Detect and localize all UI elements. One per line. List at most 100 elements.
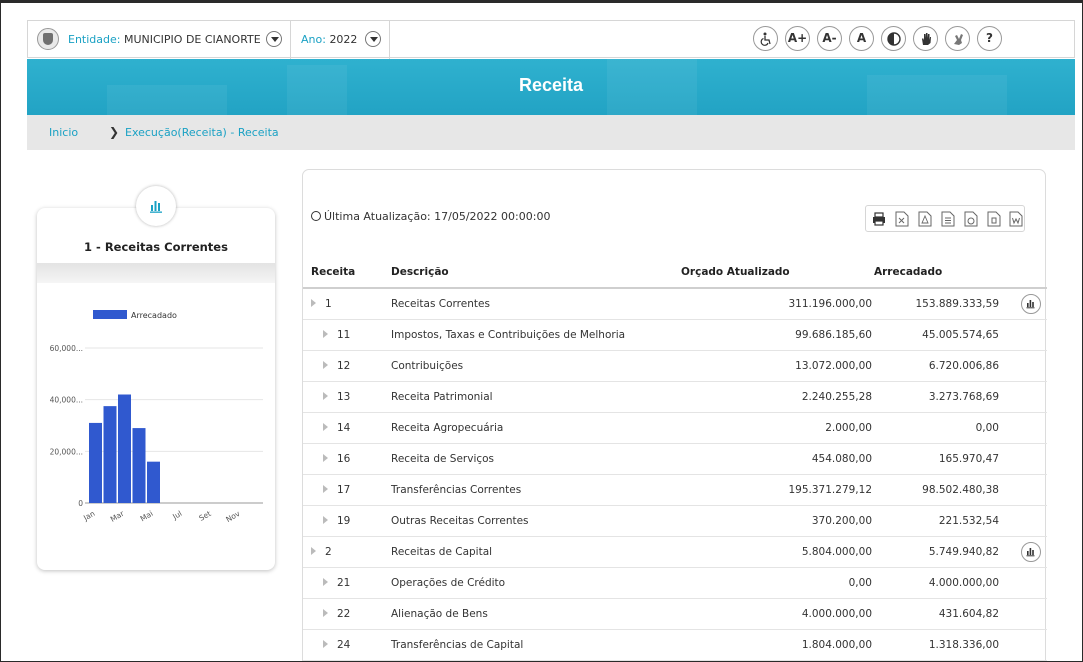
x-tick-label: Mai <box>139 509 155 523</box>
row-code: 14 <box>337 421 351 434</box>
row-chart-button[interactable] <box>1021 541 1041 562</box>
side-chart-icon-button[interactable] <box>136 186 176 226</box>
expand-triangle-icon[interactable] <box>323 391 328 400</box>
row-code-cell[interactable]: 16 <box>303 443 391 475</box>
ano-dropdown-icon[interactable] <box>365 31 381 47</box>
row-code-cell[interactable]: 1 <box>303 288 391 320</box>
row-orcado: 1.804.000,00 <box>681 629 874 661</box>
col-header-receita[interactable]: Receita <box>303 257 391 289</box>
contrast-icon[interactable] <box>881 26 906 51</box>
text-icon[interactable] <box>941 211 955 227</box>
table-row[interactable]: 22 Alienação de Bens 4.000.000,00 431.604,8… <box>303 598 1047 630</box>
word-icon[interactable] <box>1009 211 1023 227</box>
row-arrecadado: 3.273.768,69 <box>874 381 999 413</box>
font-default-button[interactable]: A <box>849 26 874 51</box>
row-code-cell[interactable]: 12 <box>303 350 391 382</box>
table-row[interactable]: 11 Impostos, Taxas e Contribuições de Mel… <box>303 319 1047 351</box>
row-actions <box>999 536 1047 568</box>
row-code-cell[interactable]: 22 <box>303 598 391 630</box>
expand-triangle-icon[interactable] <box>323 639 328 648</box>
row-description: Receita Agropecuária <box>391 412 681 444</box>
row-code-cell[interactable]: 24 <box>303 629 391 661</box>
side-card-title: 1 - Receitas Correntes <box>84 240 228 254</box>
receita-table: Receita Descrição Orçado Atualizado Arre… <box>303 257 1047 661</box>
x-tick-label: Mar <box>109 508 127 523</box>
table-row[interactable]: 1 Receitas Correntes 311.196.000,00 153.889… <box>303 288 1047 320</box>
row-arrecadado: 165.970,47 <box>874 443 999 475</box>
table-row[interactable]: 21 Operações de Crédito 0,00 4.000.000,00 <box>303 567 1047 599</box>
row-code: 2 <box>325 545 332 558</box>
help-button[interactable]: ? <box>977 26 1002 51</box>
clock-icon <box>311 211 321 221</box>
expand-triangle-icon[interactable] <box>323 484 328 493</box>
expand-triangle-icon[interactable] <box>323 577 328 586</box>
code-icon[interactable] <box>964 211 978 227</box>
expand-triangle-icon[interactable] <box>323 453 328 462</box>
excel-icon[interactable] <box>895 211 909 227</box>
export-toolbar <box>865 205 1025 232</box>
col-header-orcado[interactable]: Orçado Atualizado <box>681 257 874 289</box>
row-code-cell[interactable]: 13 <box>303 381 391 413</box>
sign-language-icon[interactable] <box>945 26 970 51</box>
breadcrumb-current[interactable]: Execução(Receita) - Receita <box>125 126 279 139</box>
row-actions <box>999 567 1047 599</box>
row-description: Outras Receitas Correntes <box>391 505 681 537</box>
y-tick-label: 0 <box>78 499 83 508</box>
bar <box>118 394 131 503</box>
row-description: Receita de Serviços <box>391 443 681 475</box>
col-header-arrecadado[interactable]: Arrecadado <box>874 257 999 289</box>
font-decrease-button[interactable]: A- <box>817 26 842 51</box>
pdf-icon[interactable] <box>918 211 932 227</box>
x-tick-label: Set <box>197 509 212 523</box>
table-row[interactable]: 14 Receita Agropecuária 2.000,00 0,00 <box>303 412 1047 444</box>
x-tick-label: Jul <box>170 509 183 522</box>
expand-triangle-icon[interactable] <box>323 608 328 617</box>
expand-triangle-icon[interactable] <box>323 329 328 338</box>
row-code-cell[interactable]: 14 <box>303 412 391 444</box>
row-code-cell[interactable]: 19 <box>303 505 391 537</box>
divider <box>389 21 390 59</box>
row-description: Transferências de Capital <box>391 629 681 661</box>
expand-triangle-icon[interactable] <box>311 298 316 307</box>
expand-triangle-icon[interactable] <box>311 546 316 555</box>
table-row[interactable]: 12 Contribuições 13.072.000,00 6.720.006,86 <box>303 350 1047 382</box>
col-header-descricao[interactable]: Descrição <box>391 257 681 289</box>
table-row[interactable]: 13 Receita Patrimonial 2.240.255,28 3.273.7… <box>303 381 1047 413</box>
breadcrumb-home-link[interactable]: Inicio <box>49 126 78 139</box>
row-code-cell[interactable]: 11 <box>303 319 391 351</box>
row-orcado: 4.000.000,00 <box>681 598 874 630</box>
row-actions <box>999 381 1047 413</box>
y-tick-label: 40,000... <box>50 396 83 405</box>
entidade-dropdown-icon[interactable] <box>266 31 282 47</box>
table-row[interactable]: 19 Outras Receitas Correntes 370.200,00 221… <box>303 505 1047 537</box>
ano-value: 2022 <box>329 33 358 46</box>
row-code: 13 <box>337 390 351 403</box>
row-chart-button[interactable] <box>1021 294 1041 314</box>
hand-icon[interactable] <box>913 26 938 51</box>
wheelchair-icon[interactable] <box>753 26 778 51</box>
row-code-cell[interactable]: 17 <box>303 474 391 506</box>
row-actions <box>999 412 1047 444</box>
page-frame: Entidade: MUNICIPIO DE CIANORTE Ano: 202… <box>0 0 1083 662</box>
expand-triangle-icon[interactable] <box>323 422 328 431</box>
row-code-cell[interactable]: 21 <box>303 567 391 599</box>
row-arrecadado: 221.532,54 <box>874 505 999 537</box>
ano-selector[interactable]: Ano: 2022 <box>301 33 357 46</box>
table-row[interactable]: 24 Transferências de Capital 1.804.000,00 1… <box>303 629 1047 661</box>
row-orcado: 5.804.000,00 <box>681 536 874 568</box>
expand-triangle-icon[interactable] <box>323 515 328 524</box>
font-increase-button[interactable]: A+ <box>785 26 810 51</box>
expand-triangle-icon[interactable] <box>323 360 328 369</box>
divider <box>290 21 291 59</box>
top-bar: Entidade: MUNICIPIO DE CIANORTE Ano: 202… <box>27 20 1075 59</box>
row-description: Receitas Correntes <box>391 288 681 320</box>
table-row[interactable]: 16 Receita de Serviços 454.080,00 165.970,4… <box>303 443 1047 475</box>
row-orcado: 99.686.185,60 <box>681 319 874 351</box>
row-code-cell[interactable]: 2 <box>303 536 391 568</box>
print-icon[interactable] <box>872 211 886 227</box>
table-row[interactable]: 17 Transferências Correntes 195.371.279,12… <box>303 474 1047 506</box>
row-orcado: 2.240.255,28 <box>681 381 874 413</box>
entidade-selector[interactable]: Entidade: MUNICIPIO DE CIANORTE <box>68 33 261 46</box>
file-icon[interactable] <box>987 211 1001 227</box>
table-row[interactable]: 2 Receitas de Capital 5.804.000,00 5.749.94… <box>303 536 1047 568</box>
